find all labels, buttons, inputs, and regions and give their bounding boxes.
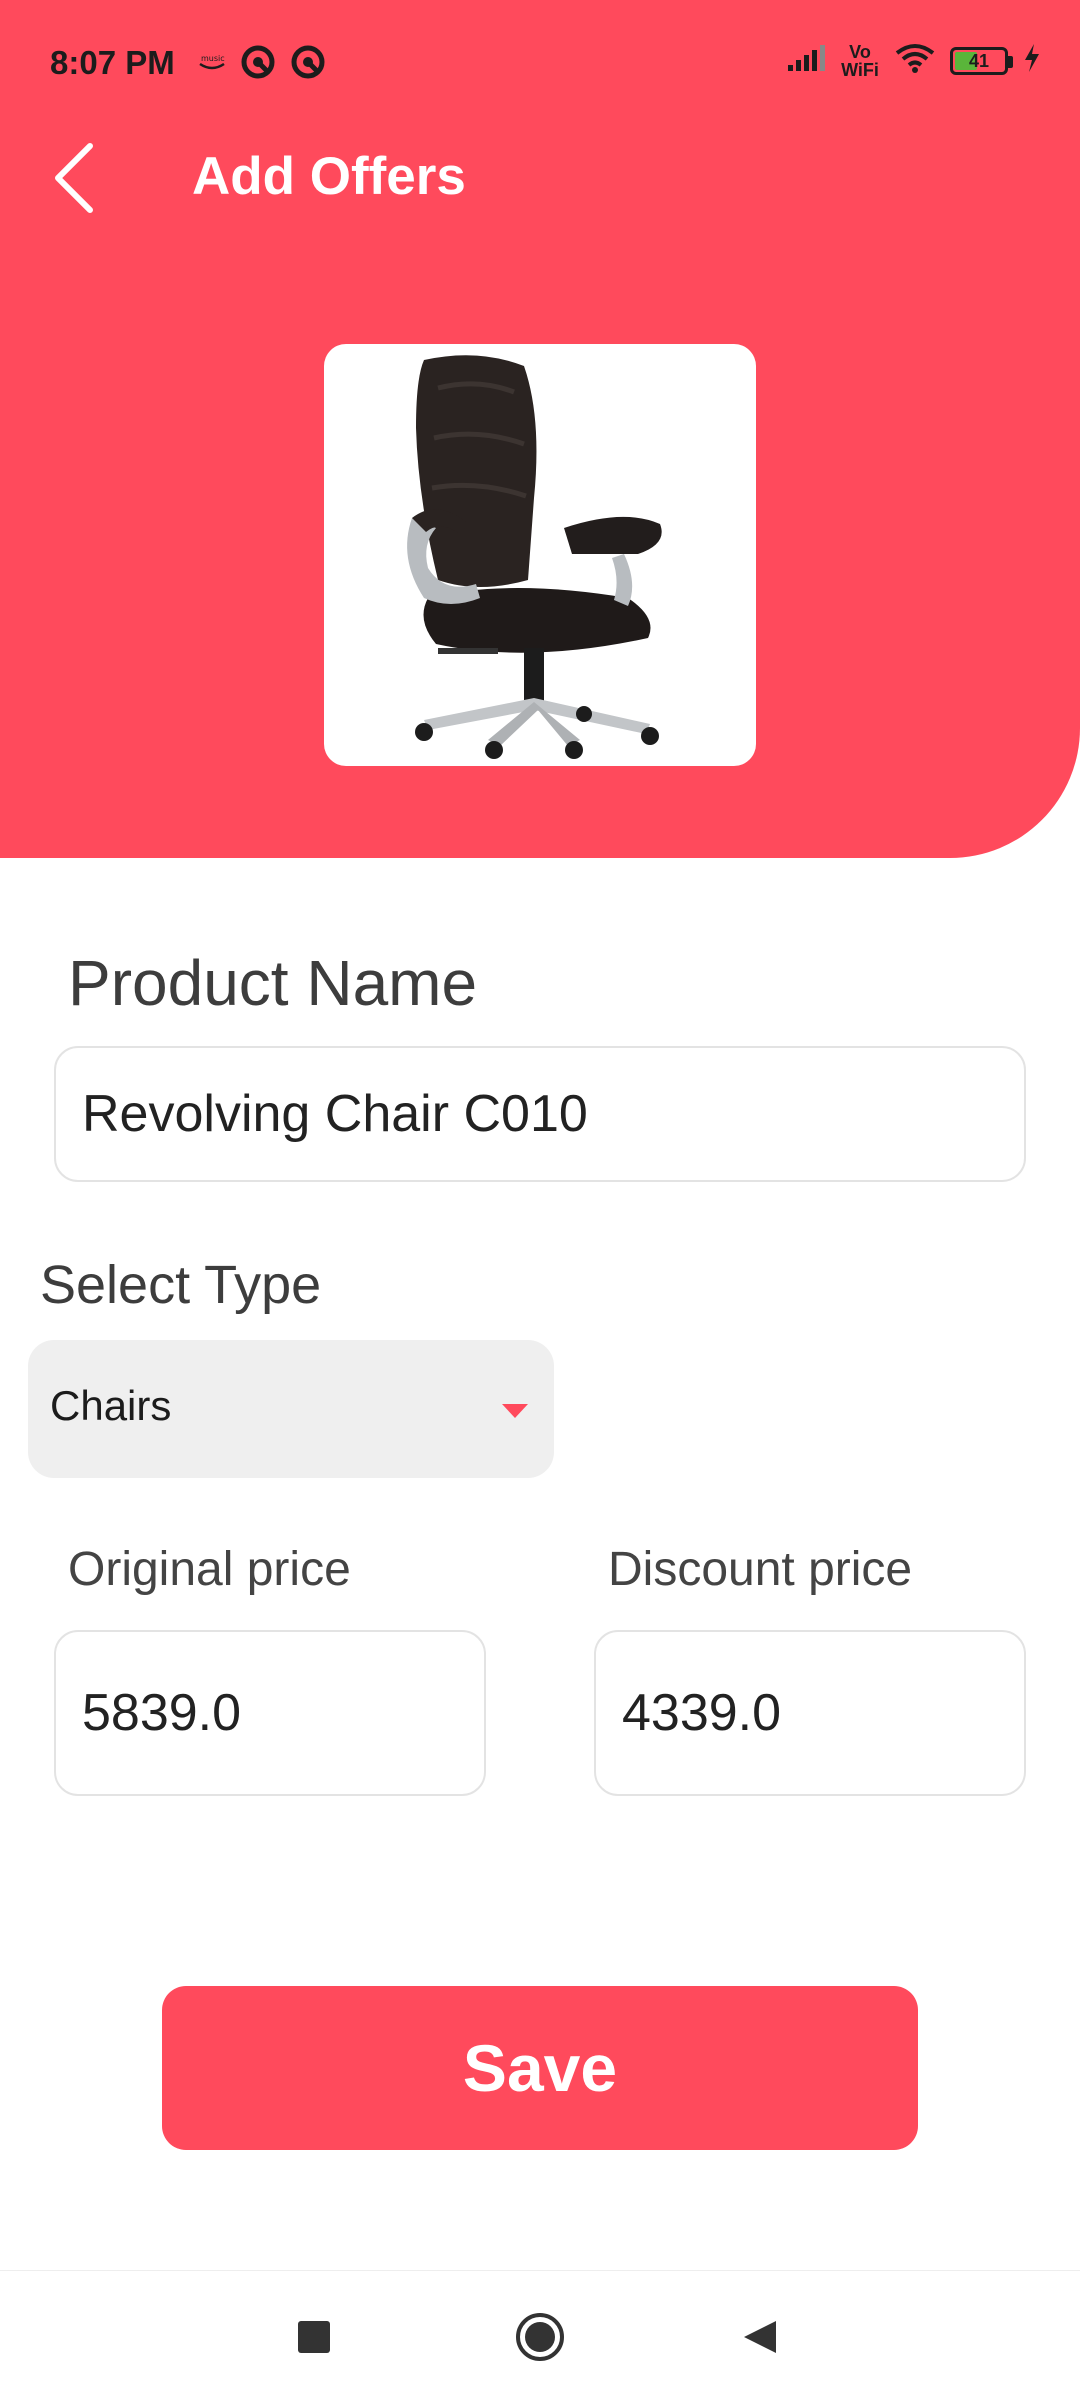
- charging-icon: [1022, 42, 1042, 79]
- select-type-dropdown[interactable]: Chairs: [28, 1340, 554, 1478]
- signal-icon: [786, 43, 826, 78]
- back-triangle-icon: [744, 2321, 776, 2353]
- battery-icon: 41: [950, 46, 1013, 75]
- app-notification-icon: [290, 44, 326, 85]
- vowifi-line1: Vo: [849, 41, 871, 62]
- product-name-value: Revolving Chair C010: [82, 1085, 588, 1143]
- home-button[interactable]: [514, 2311, 566, 2368]
- discount-price-value: 4339.0: [622, 1684, 782, 1742]
- product-image-picker[interactable]: [324, 344, 756, 766]
- page-title: Add Offers: [192, 147, 466, 206]
- select-type-label: Select Type: [40, 1255, 322, 1315]
- chevron-left-icon: [55, 143, 93, 213]
- select-type-value: Chairs: [50, 1382, 172, 1429]
- product-image: [328, 348, 752, 762]
- system-nav-bar: [0, 2270, 1080, 2401]
- save-button-label: Save: [462, 2031, 618, 2105]
- product-name-label: Product Name: [68, 947, 478, 1019]
- status-bar: 8:07 PM music Vo WiFi 41: [0, 0, 1080, 130]
- recents-square-icon: [298, 2321, 330, 2353]
- status-left-icons: music: [198, 44, 326, 85]
- wifi-icon: [894, 42, 936, 79]
- discount-price-label: Discount price: [608, 1543, 913, 1596]
- status-time: 8:07 PM: [50, 44, 175, 81]
- original-price-value: 5839.0: [82, 1684, 242, 1742]
- vowifi-icon: Vo WiFi: [840, 43, 880, 79]
- save-button[interactable]: Save: [162, 1986, 918, 2150]
- back-nav-button[interactable]: [740, 2317, 780, 2362]
- original-price-label: Original price: [68, 1543, 351, 1596]
- status-right-icons: Vo WiFi 41: [786, 42, 1042, 79]
- amazon-music-icon: music: [198, 52, 226, 77]
- app-notification-icon: [240, 44, 276, 85]
- battery-level: 41: [968, 50, 990, 71]
- original-price-field[interactable]: 5839.0: [54, 1630, 486, 1796]
- vowifi-line2: WiFi: [841, 59, 879, 80]
- home-circle-icon: [516, 2313, 564, 2361]
- recents-button[interactable]: [296, 2319, 332, 2360]
- product-name-field[interactable]: Revolving Chair C010: [54, 1046, 1026, 1182]
- svg-text:music: music: [201, 54, 225, 63]
- back-button[interactable]: [48, 138, 108, 218]
- discount-price-field[interactable]: 4339.0: [594, 1630, 1026, 1796]
- caret-down-icon: [502, 1404, 528, 1418]
